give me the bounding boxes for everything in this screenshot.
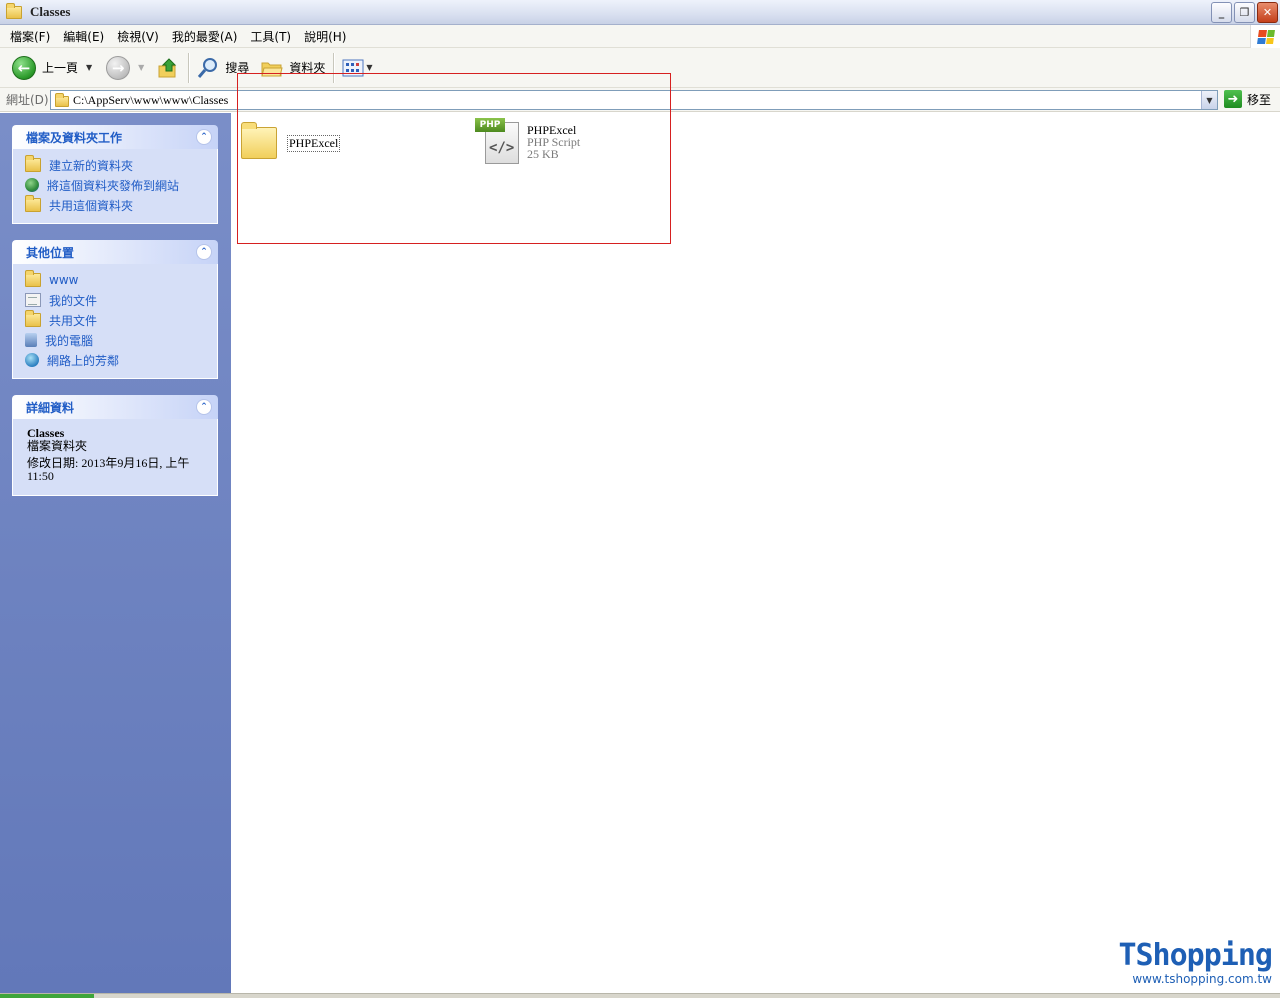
back-arrow-icon: ←: [12, 55, 36, 80]
address-dropdown-button[interactable]: ▼: [1201, 91, 1217, 109]
task-share-folder[interactable]: 共用這個資料夾: [25, 195, 217, 215]
details-panel: 詳細資料 ⌃ Classes 檔案資料夾 修改日期: 2013年9月16日, 上…: [12, 395, 218, 496]
chevron-down-icon[interactable]: ▼: [86, 63, 92, 72]
panel-header[interactable]: 其他位置 ⌃: [12, 240, 218, 264]
go-label: 移至: [1247, 92, 1272, 107]
publish-web-icon: [25, 178, 39, 192]
place-network[interactable]: 網路上的芳鄰: [25, 350, 217, 370]
menu-edit[interactable]: 編輯(E): [59, 28, 108, 45]
my-documents-icon: [25, 293, 41, 307]
chevron-down-icon[interactable]: ▼: [138, 63, 144, 72]
menu-file[interactable]: 檔案(F): [6, 28, 54, 45]
task-new-folder[interactable]: 建立新的資料夾: [25, 155, 217, 175]
back-label: 上一頁: [42, 61, 79, 75]
highlight-box: [237, 73, 671, 244]
task-pane: 檔案及資料夾工作 ⌃ 建立新的資料夾 將這個資料夾發佈到網站 共用這個資料夾 其…: [0, 113, 231, 993]
watermark-logo: TShopping: [1118, 938, 1273, 973]
menu-view[interactable]: 檢視(V): [113, 28, 163, 45]
folder-icon: [55, 92, 69, 107]
watermark: TShopping www.tshopping.com.tw: [1118, 938, 1273, 987]
panel-header[interactable]: 詳細資料 ⌃: [12, 395, 218, 419]
details-type: 檔案資料夾: [27, 439, 88, 453]
close-button[interactable]: ✕: [1257, 2, 1278, 23]
back-button[interactable]: ← 上一頁 ▼: [8, 51, 96, 85]
windows-logo-icon: [1250, 25, 1280, 48]
menu-tools[interactable]: 工具(T): [246, 28, 295, 45]
window-controls: _ ❐ ✕: [1211, 2, 1278, 23]
up-folder-icon: [158, 57, 177, 77]
folder-icon: [25, 270, 41, 287]
start-button[interactable]: [0, 994, 94, 998]
my-computer-icon: [25, 333, 37, 347]
menu-help[interactable]: 說明(H): [300, 28, 350, 45]
folder-icon: [6, 2, 22, 19]
forward-arrow-icon: →: [106, 55, 131, 80]
task-label: 網路上的芳鄰: [47, 353, 120, 368]
panel-body: 建立新的資料夾 將這個資料夾發佈到網站 共用這個資料夾: [12, 149, 218, 224]
minimize-button[interactable]: _: [1211, 2, 1232, 23]
shared-folder-icon: [25, 310, 41, 327]
place-my-documents[interactable]: 我的文件: [25, 290, 217, 310]
panel-header[interactable]: 檔案及資料夾工作 ⌃: [12, 125, 218, 149]
restore-button[interactable]: ❐: [1234, 2, 1255, 23]
address-label: 網址(D): [6, 93, 49, 107]
panel-title: 檔案及資料夾工作: [26, 130, 123, 145]
chevron-down-icon[interactable]: ▼: [366, 63, 372, 72]
panel-body: www 我的文件 共用文件 我的電腦 網路上的芳鄰: [12, 264, 218, 379]
go-button[interactable]: ➜ 移至: [1224, 90, 1271, 108]
window-title: Classes: [30, 4, 71, 19]
panel-body: Classes 檔案資料夾 修改日期: 2013年9月16日, 上午 11:50: [12, 419, 218, 496]
search-icon: [198, 57, 218, 78]
address-path: C:\AppServ\www\www\Classes: [73, 92, 229, 107]
title-bar: Classes _ ❐ ✕: [0, 0, 1280, 25]
other-places-panel: 其他位置 ⌃ www 我的文件 共用文件 我的電腦 網路上的芳鄰: [12, 240, 218, 379]
place-my-computer[interactable]: 我的電腦: [25, 330, 217, 350]
network-icon: [25, 353, 39, 367]
menu-bar: 檔案(F) 編輯(E) 檢視(V) 我的最愛(A) 工具(T) 說明(H): [0, 25, 1280, 48]
collapse-icon[interactable]: ⌃: [196, 399, 212, 415]
collapse-icon[interactable]: ⌃: [196, 244, 212, 260]
new-folder-icon: [25, 155, 41, 172]
task-label: 將這個資料夾發佈到網站: [47, 178, 180, 193]
taskbar: [0, 993, 1280, 998]
file-folder-tasks-panel: 檔案及資料夾工作 ⌃ 建立新的資料夾 將這個資料夾發佈到網站 共用這個資料夾: [12, 125, 218, 224]
collapse-icon[interactable]: ⌃: [196, 129, 212, 145]
details-modified: 修改日期: 2013年9月16日, 上午 11:50: [27, 456, 190, 483]
file-list-area: PHPExcel PHP </> PHPExcel PHP Script 25 …: [231, 113, 1280, 993]
task-label: 共用文件: [49, 313, 98, 328]
place-www[interactable]: www: [25, 270, 217, 290]
task-label: 我的文件: [49, 293, 98, 308]
task-label: 共用這個資料夾: [49, 198, 134, 213]
up-folder-button[interactable]: [152, 51, 184, 85]
place-shared-documents[interactable]: 共用文件: [25, 310, 217, 330]
share-folder-icon: [25, 195, 41, 212]
task-label: 我的電腦: [45, 333, 94, 348]
go-arrow-icon: ➜: [1224, 90, 1242, 108]
toolbar-separator: [188, 52, 190, 83]
task-publish-web[interactable]: 將這個資料夾發佈到網站: [25, 175, 217, 195]
task-label: www: [49, 273, 79, 287]
task-label: 建立新的資料夾: [49, 158, 134, 173]
panel-title: 其他位置: [26, 245, 75, 260]
forward-button[interactable]: → ▼: [102, 51, 148, 85]
watermark-url: www.tshopping.com.tw: [1132, 972, 1272, 986]
panel-title: 詳細資料: [26, 400, 75, 415]
menu-favorites[interactable]: 我的最愛(A): [168, 28, 242, 45]
